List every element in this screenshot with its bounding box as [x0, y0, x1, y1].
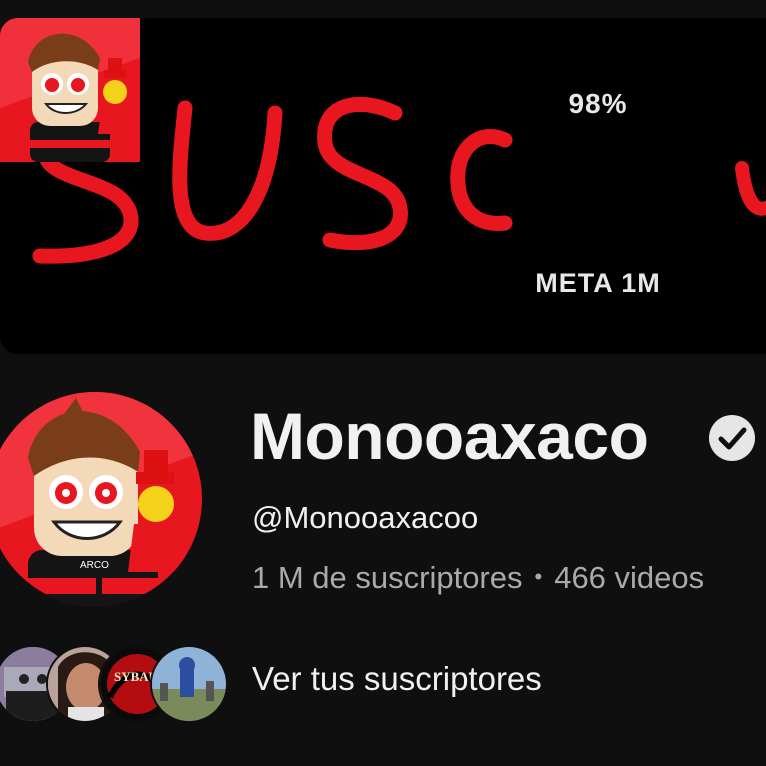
top-strip [0, 0, 766, 18]
stats-separator: • [534, 564, 543, 589]
verified-check-icon [709, 415, 755, 461]
goal-thumbnail [0, 18, 140, 162]
subscriber-count: 1 M de suscriptores [252, 560, 523, 595]
channel-avatar[interactable]: ARCO [0, 392, 202, 606]
channel-handle: @Monooaxacoo [252, 500, 479, 535]
subscriber-avatars[interactable]: SYBAU [0, 645, 228, 723]
see-subscribers-link[interactable]: Ver tus suscriptores [252, 660, 542, 698]
channel-page: 98% META 1M ARCO Monooaxaco @Monooaxacoo… [0, 0, 766, 766]
channel-banner: 98% META 1M [0, 18, 766, 354]
channel-name: Monooaxaco [250, 399, 649, 473]
channel-stats: 1 M de suscriptores • 466 videos [252, 560, 766, 596]
goal-percent: 98% [568, 88, 628, 119]
video-count: 466 videos [554, 560, 705, 595]
avatar-shirt-text: ARCO [80, 560, 109, 571]
subscriber-avatar [150, 645, 228, 723]
avatar-image: ARCO [0, 392, 202, 606]
goal-label: META 1M [535, 268, 661, 298]
